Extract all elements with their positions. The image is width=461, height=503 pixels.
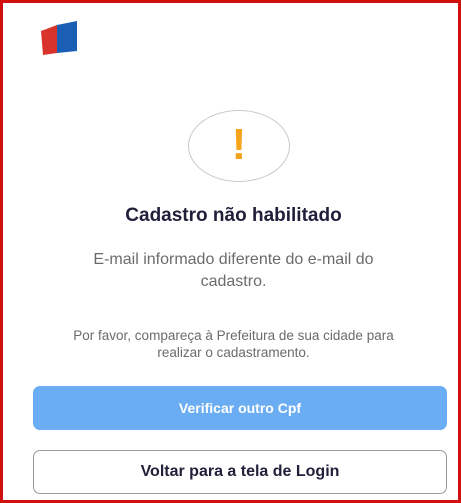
- dialog-note: Por favor, compareça à Prefeitura de sua…: [73, 328, 394, 360]
- app-logo-icon: [41, 21, 77, 55]
- dialog-title: Cadastro não habilitado: [125, 205, 342, 226]
- alert-icon-circle: !: [188, 110, 290, 182]
- app-screen: ! Cadastro não habilitado E-mail informa…: [0, 0, 461, 503]
- dialog-message: E-mail informado diferente do e-mail do …: [93, 251, 374, 290]
- back-to-login-button[interactable]: Voltar para a tela de Login: [33, 450, 447, 494]
- verify-other-cpf-button[interactable]: Verificar outro Cpf: [33, 386, 447, 430]
- exclamation-icon: !: [231, 120, 247, 169]
